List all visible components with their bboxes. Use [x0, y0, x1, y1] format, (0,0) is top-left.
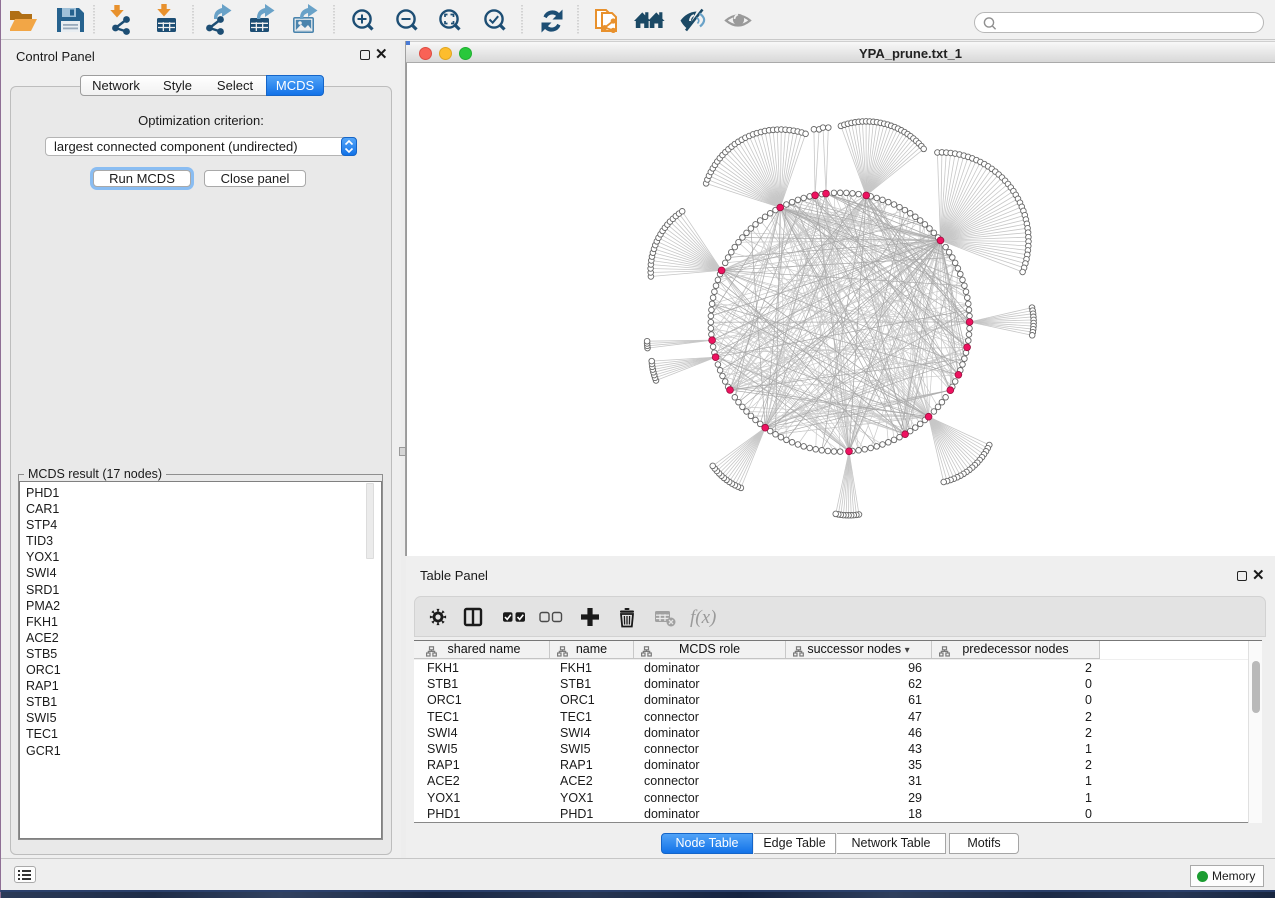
svg-text:f(x): f(x) [690, 607, 716, 628]
